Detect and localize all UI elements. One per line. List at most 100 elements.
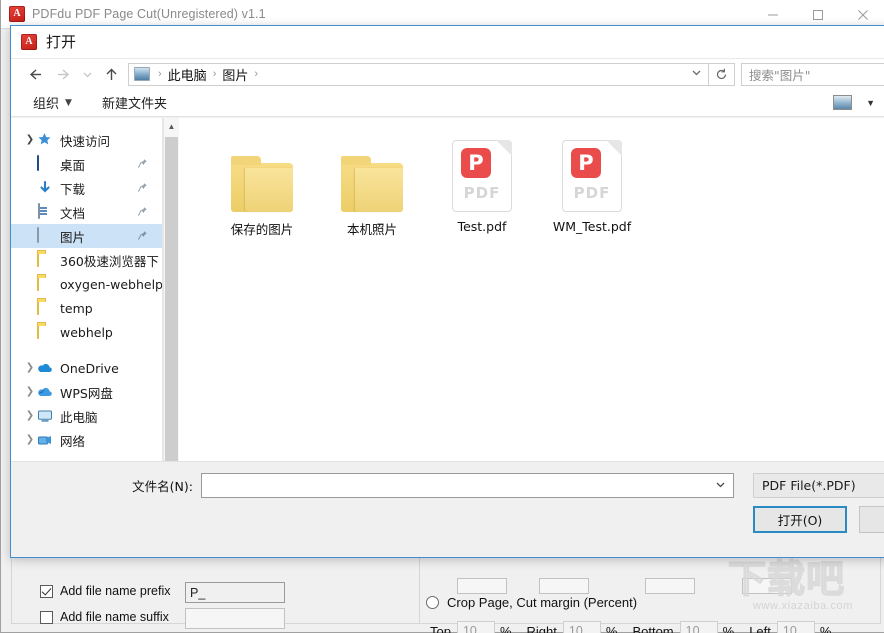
pictures-icon [37, 228, 53, 244]
file-item-pdf[interactable]: PDF Test.pdf [427, 138, 537, 238]
tree-item-oxygen-webhelp[interactable]: oxygen-webhelp [11, 272, 162, 296]
tree-item-desktop[interactable]: 桌面 [11, 152, 162, 176]
tree-item-downloads[interactable]: 下载 [11, 176, 162, 200]
organize-button[interactable]: 组织 ▼ [33, 93, 72, 112]
filename-input[interactable] [201, 473, 734, 498]
crop-value-b[interactable] [539, 578, 589, 594]
star-icon [37, 132, 53, 148]
file-item-folder[interactable]: 本机照片 [317, 138, 427, 238]
file-grid: 保存的图片 本机照片 [207, 138, 884, 252]
chevron-right-icon[interactable]: ❯ [23, 404, 37, 428]
breadcrumb[interactable]: › 此电脑 › 图片 › [128, 63, 709, 86]
add-file-name-prefix-label: Add file name prefix [60, 584, 170, 598]
forward-arrow-icon[interactable] [49, 60, 77, 88]
chevron-right-icon[interactable]: ❯ [23, 356, 37, 380]
tree-item-quick-access[interactable]: ❯ 快速访问 [11, 128, 162, 152]
pin-icon[interactable] [137, 230, 148, 241]
tree-label: 文档 [60, 203, 85, 222]
chevron-right-icon[interactable]: ❯ [23, 380, 37, 404]
tree-item-onedrive[interactable]: ❯ OneDrive [11, 356, 162, 380]
scrollbar-thumb[interactable] [165, 137, 178, 462]
file-name-label: 本机照片 [347, 219, 397, 238]
filename-chevron-down-icon[interactable] [715, 479, 733, 493]
tree-item-documents[interactable]: 文档 [11, 200, 162, 224]
file-name-label: 保存的图片 [231, 219, 294, 238]
margin-right-unit: % [606, 624, 618, 633]
file-name-suffix-input[interactable] [185, 608, 285, 629]
view-layout-icon[interactable] [833, 95, 852, 110]
pin-icon[interactable] [137, 158, 148, 169]
margin-bottom-input[interactable]: 10 [680, 621, 718, 633]
tree-item-this-pc[interactable]: ❯ 此电脑 [11, 404, 162, 428]
margin-bottom-unit: % [723, 624, 735, 633]
organize-chevron-down-icon: ▼ [65, 98, 72, 108]
add-file-name-suffix-label: Add file name suffix [60, 610, 169, 624]
pin-icon[interactable] [137, 182, 148, 193]
file-name-prefix-input[interactable]: P_ [185, 582, 285, 603]
scrollbar-track[interactable] [164, 135, 179, 444]
tree-item-360-browser[interactable]: 360极速浏览器下 [11, 248, 162, 272]
breadcrumb-item-pictures[interactable]: 图片 [222, 65, 248, 84]
open-file-dialog: 打开 › 此电脑 › 图片 › [10, 25, 884, 558]
dialog-navigation-bar: › 此电脑 › 图片 › 搜索"图片" [11, 58, 884, 89]
cancel-button[interactable]: 取消 [859, 506, 884, 533]
file-item-folder[interactable]: 保存的图片 [207, 138, 317, 238]
tree-item-wps-cloud[interactable]: ❯ WPS网盘 [11, 380, 162, 404]
crop-page-radio[interactable] [426, 596, 439, 609]
margin-left-label: Left [749, 624, 771, 633]
margin-left-input[interactable]: 10 [777, 621, 815, 633]
filename-label: 文件名(N): [11, 476, 201, 495]
folder-icon [222, 138, 302, 212]
add-file-name-suffix-checkbox[interactable] [40, 611, 53, 624]
tree-label: 图片 [60, 227, 85, 246]
pdf-app-icon [21, 34, 37, 50]
organize-label: 组织 [33, 93, 59, 112]
breadcrumb-chevron-down-icon[interactable] [685, 67, 708, 81]
pictures-folder-icon [134, 67, 150, 81]
add-file-name-suffix-row[interactable]: Add file name suffix [40, 610, 169, 624]
up-arrow-icon[interactable] [97, 60, 125, 88]
search-input[interactable]: 搜索"图片" [741, 63, 884, 86]
crop-value-c[interactable] [645, 578, 695, 594]
margin-top-input[interactable]: 10 [457, 621, 495, 633]
file-type-filter-select[interactable]: PDF File(*.PDF) [753, 473, 884, 498]
download-icon [37, 180, 53, 196]
tree-label: OneDrive [60, 361, 119, 376]
search-placeholder: 搜索"图片" [749, 65, 811, 84]
tree-label: 下载 [60, 179, 85, 198]
tree-label: 快速访问 [60, 131, 110, 150]
chevron-right-icon[interactable]: ❯ [23, 428, 37, 452]
view-chevron-down-icon[interactable]: ▼ [866, 98, 875, 108]
tree-item-network[interactable]: ❯ 网络 [11, 428, 162, 452]
breadcrumb-separator: › [254, 68, 258, 80]
back-arrow-icon[interactable] [21, 60, 49, 88]
recent-locations-chevron-down-icon[interactable] [77, 60, 97, 88]
crop-value-a[interactable] [457, 578, 507, 594]
tree-list: ❯ 快速访问 桌面 [11, 118, 162, 452]
dialog-main: ❯ 快速访问 桌面 [11, 118, 884, 461]
tree-label: oxygen-webhelp [60, 277, 162, 292]
breadcrumb-item-this-pc[interactable]: 此电脑 [168, 65, 207, 84]
file-list-pane[interactable]: 保存的图片 本机照片 [179, 118, 884, 461]
chevron-down-icon[interactable]: ❯ [23, 128, 37, 152]
add-file-name-prefix-checkbox[interactable] [40, 585, 53, 598]
crop-page-radio-row[interactable]: Crop Page, Cut margin (Percent) [426, 595, 637, 610]
refresh-icon[interactable] [709, 63, 735, 86]
pin-icon[interactable] [137, 206, 148, 217]
margin-right-input[interactable]: 10 [563, 621, 601, 633]
file-item-pdf[interactable]: PDF WM_Test.pdf [537, 138, 647, 238]
margin-top-unit: % [500, 624, 512, 633]
tree-item-webhelp[interactable]: webhelp [11, 320, 162, 344]
crop-value-d[interactable] [742, 578, 792, 594]
tree-item-temp[interactable]: temp [11, 296, 162, 320]
tree-item-pictures[interactable]: 图片 [11, 224, 162, 248]
scroll-up-icon[interactable]: ▲ [164, 118, 179, 135]
toolbar-right-group: ▼ [833, 95, 884, 110]
margin-bottom-label: Bottom [632, 624, 673, 633]
tree-scrollbar[interactable]: ▲ ▼ [163, 118, 179, 461]
file-name-label: Test.pdf [458, 219, 507, 234]
open-button[interactable]: 打开(O) [753, 506, 847, 533]
crop-page-label: Crop Page, Cut margin (Percent) [447, 595, 637, 610]
new-folder-button[interactable]: 新建文件夹 [102, 93, 167, 112]
add-file-name-prefix-row[interactable]: Add file name prefix [40, 584, 170, 598]
